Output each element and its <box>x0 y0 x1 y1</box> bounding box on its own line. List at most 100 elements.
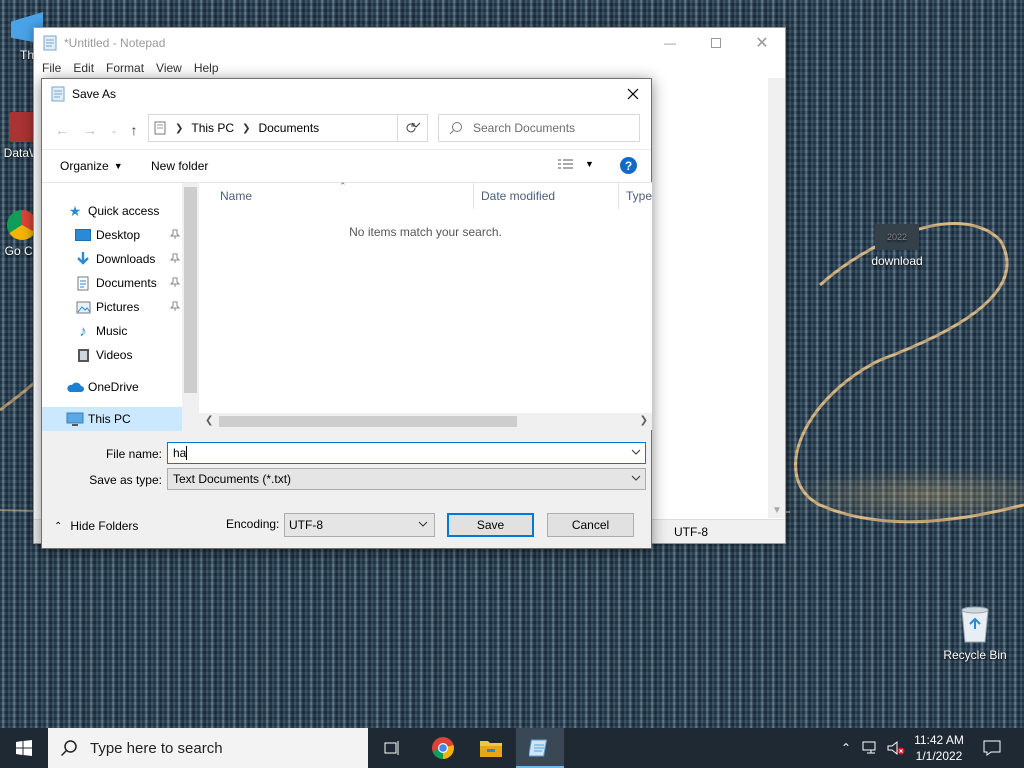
nav-onedrive[interactable]: OneDrive <box>42 375 182 399</box>
text-cursor <box>186 446 188 460</box>
save-type-select[interactable]: Text Documents (*.txt) <box>167 468 646 490</box>
notepad-app-icon <box>50 86 66 102</box>
taskbar-notepad[interactable] <box>516 728 564 768</box>
column-headers: ⌃ Name Date modified Type <box>199 181 652 209</box>
nav-scroll-thumb[interactable] <box>184 187 197 393</box>
cancel-button[interactable]: Cancel <box>547 513 634 537</box>
chevron-up-icon: ⌃ <box>54 520 63 532</box>
back-button[interactable]: ← <box>52 121 72 139</box>
desktop-icon-download[interactable]: 2022 download <box>858 224 936 268</box>
new-folder-button[interactable]: New folder <box>151 159 208 173</box>
breadcrumb-documents[interactable]: Documents <box>254 121 323 135</box>
breadcrumb-this-pc[interactable]: This PC <box>187 121 238 135</box>
scroll-left-arrow-icon[interactable]: ❮ <box>205 415 213 426</box>
recent-locations-button[interactable]: ⌄ <box>104 121 124 139</box>
pin-icon <box>170 301 180 311</box>
refresh-button[interactable] <box>397 115 423 141</box>
desktop-folder-icon <box>74 226 92 244</box>
chevron-down-icon[interactable] <box>631 449 641 455</box>
details-view-icon <box>558 159 573 169</box>
action-center-button[interactable] <box>978 728 1006 768</box>
hide-folders-button[interactable]: ⌃ Hide Folders <box>54 519 138 533</box>
save-button[interactable]: Save <box>447 513 534 537</box>
scroll-down-arrow-icon[interactable]: ▼ <box>772 505 782 516</box>
notepad-vertical-scrollbar[interactable]: ▼ <box>768 78 785 518</box>
menu-view[interactable]: View <box>150 58 188 78</box>
nav-pane-scrollbar[interactable] <box>182 183 199 431</box>
navigation-pane: ★ Quick access Desktop Downloads Documen… <box>42 183 199 431</box>
sort-ascending-icon: ⌃ <box>339 181 347 191</box>
maximize-button[interactable] <box>693 28 739 58</box>
notepad-title-bar[interactable]: *Untitled - Notepad — ✕ <box>34 28 785 58</box>
taskbar-file-explorer[interactable] <box>467 728 515 768</box>
chevron-down-icon <box>631 475 641 481</box>
start-button[interactable] <box>0 728 48 768</box>
recycle-bin-icon <box>958 604 992 644</box>
nav-desktop[interactable]: Desktop <box>42 223 182 247</box>
file-name-input[interactable]: ha <box>167 442 646 464</box>
menu-format[interactable]: Format <box>100 58 150 78</box>
close-icon <box>627 88 639 100</box>
system-clock[interactable]: 11:42 AM 1/1/2022 <box>900 732 978 764</box>
search-icon <box>449 122 462 135</box>
help-button[interactable]: ? <box>620 157 637 174</box>
menu-edit[interactable]: Edit <box>67 58 100 78</box>
chrome-icon <box>432 737 454 759</box>
close-button[interactable]: ✕ <box>739 28 785 58</box>
show-hidden-icons-button[interactable]: ⌃ <box>836 728 856 768</box>
network-status[interactable] <box>858 728 884 768</box>
menu-help[interactable]: Help <box>188 58 225 78</box>
address-bar[interactable]: ❯ This PC ❯ Documents <box>148 114 428 142</box>
music-note-icon: ♪ <box>79 322 87 340</box>
nav-downloads[interactable]: Downloads <box>42 247 182 271</box>
encoding-value: UTF-8 <box>289 518 323 532</box>
file-list-horizontal-scrollbar[interactable]: ❮ ❯ <box>199 413 652 430</box>
task-view-button[interactable] <box>368 728 416 768</box>
save-type-value: Text Documents (*.txt) <box>173 472 292 486</box>
breadcrumb-chevron-icon: ❯ <box>175 122 184 134</box>
minimize-button[interactable]: — <box>647 28 693 58</box>
nav-this-pc[interactable]: This PC <box>42 407 182 431</box>
pin-icon <box>170 277 180 287</box>
chevron-down-icon: ▼ <box>113 161 123 171</box>
dialog-close-button[interactable] <box>615 79 651 109</box>
scroll-right-arrow-icon[interactable]: ❯ <box>640 415 648 426</box>
up-button[interactable]: ↑ <box>124 121 144 139</box>
encoding-label: Encoding: <box>226 517 280 531</box>
command-bar: Organize ▼ New folder ▼ ? <box>42 149 651 182</box>
chevron-down-icon: ▼ <box>585 159 594 169</box>
view-options-button[interactable]: ▼ <box>557 158 594 170</box>
search-box[interactable]: Search Documents <box>438 114 640 142</box>
empty-message: No items match your search. <box>349 225 502 239</box>
notepad-app-icon <box>42 35 58 51</box>
task-view-icon <box>384 741 399 755</box>
nav-videos[interactable]: Videos <box>42 343 182 367</box>
notepad-title: *Untitled - Notepad <box>64 36 166 50</box>
menu-file[interactable]: File <box>36 58 67 78</box>
nav-documents[interactable]: Documents <box>42 271 182 295</box>
dialog-title-bar[interactable]: Save As <box>42 79 651 109</box>
download-arrow-icon <box>74 250 92 268</box>
chevron-up-icon: ⌃ <box>840 741 852 755</box>
taskbar-chrome[interactable] <box>419 728 467 768</box>
horizontal-scroll-thumb[interactable] <box>219 416 517 427</box>
nav-pictures[interactable]: Pictures <box>42 295 182 319</box>
chevron-down-icon <box>418 521 428 527</box>
encoding-select[interactable]: UTF-8 <box>284 513 435 537</box>
column-type[interactable]: Type <box>626 189 652 203</box>
maximize-icon <box>711 38 721 48</box>
taskbar-search-box[interactable]: Type here to search <box>48 728 368 768</box>
windows-logo-icon <box>16 740 32 756</box>
clock-time: 11:42 AM <box>914 733 964 747</box>
organize-button[interactable]: Organize ▼ <box>60 159 123 173</box>
column-date-modified[interactable]: Date modified <box>481 189 555 203</box>
save-as-dialog: Save As ← → ⌄ ↑ ❯ This PC ❯ Documents Se… <box>41 78 652 549</box>
folder-icon <box>480 741 502 757</box>
desktop-icon-recycle-bin[interactable]: Recycle Bin <box>938 604 1012 662</box>
pin-icon <box>170 253 180 263</box>
nav-music[interactable]: ♪ Music <box>42 319 182 343</box>
nav-quick-access[interactable]: ★ Quick access <box>42 199 182 223</box>
forward-button[interactable]: → <box>80 121 100 139</box>
cloud-icon <box>66 378 84 396</box>
column-name[interactable]: Name <box>220 189 252 203</box>
